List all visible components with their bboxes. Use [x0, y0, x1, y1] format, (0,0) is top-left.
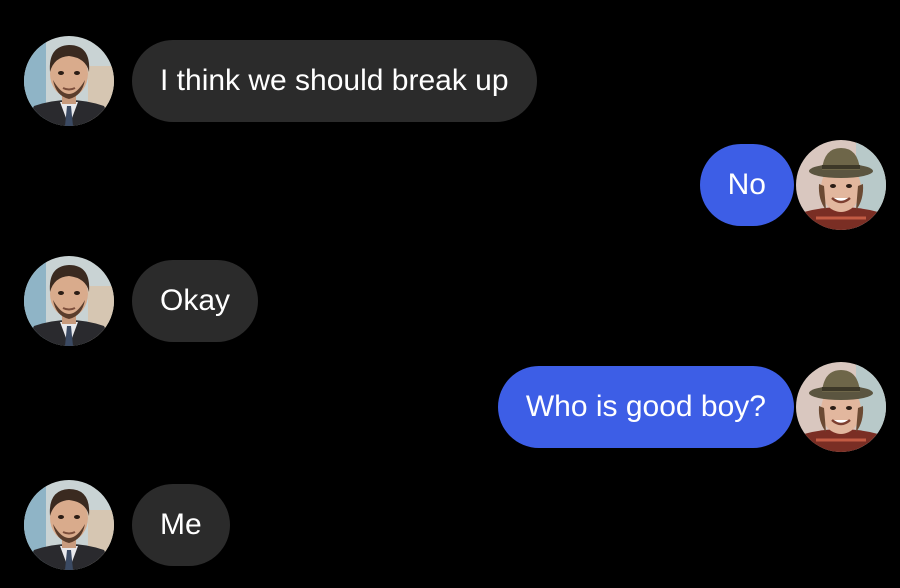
hat-man-avatar — [796, 362, 886, 452]
avatar[interactable] — [24, 36, 114, 126]
message-bubble-outgoing[interactable]: No — [699, 144, 794, 226]
bearded-man-avatar — [24, 480, 114, 570]
message-bubble-incoming[interactable]: I think we should break up — [132, 40, 537, 122]
avatar[interactable] — [24, 480, 114, 570]
message-row-outgoing: No — [0, 140, 900, 230]
message-row-incoming: Okay — [0, 256, 900, 346]
message-bubble-outgoing[interactable]: Who is good boy? — [497, 366, 794, 448]
message-row-incoming: Me — [0, 480, 900, 570]
message-bubble-incoming[interactable]: Me — [132, 484, 230, 566]
message-bubble-incoming[interactable]: Okay — [132, 260, 259, 342]
bearded-man-avatar — [24, 36, 114, 126]
avatar[interactable] — [796, 140, 886, 230]
bearded-man-avatar — [24, 256, 114, 346]
message-row-incoming: I think we should break up — [0, 36, 900, 126]
message-row-outgoing: Who is good boy? — [0, 362, 900, 452]
avatar[interactable] — [796, 362, 886, 452]
hat-man-avatar — [796, 140, 886, 230]
avatar[interactable] — [24, 256, 114, 346]
